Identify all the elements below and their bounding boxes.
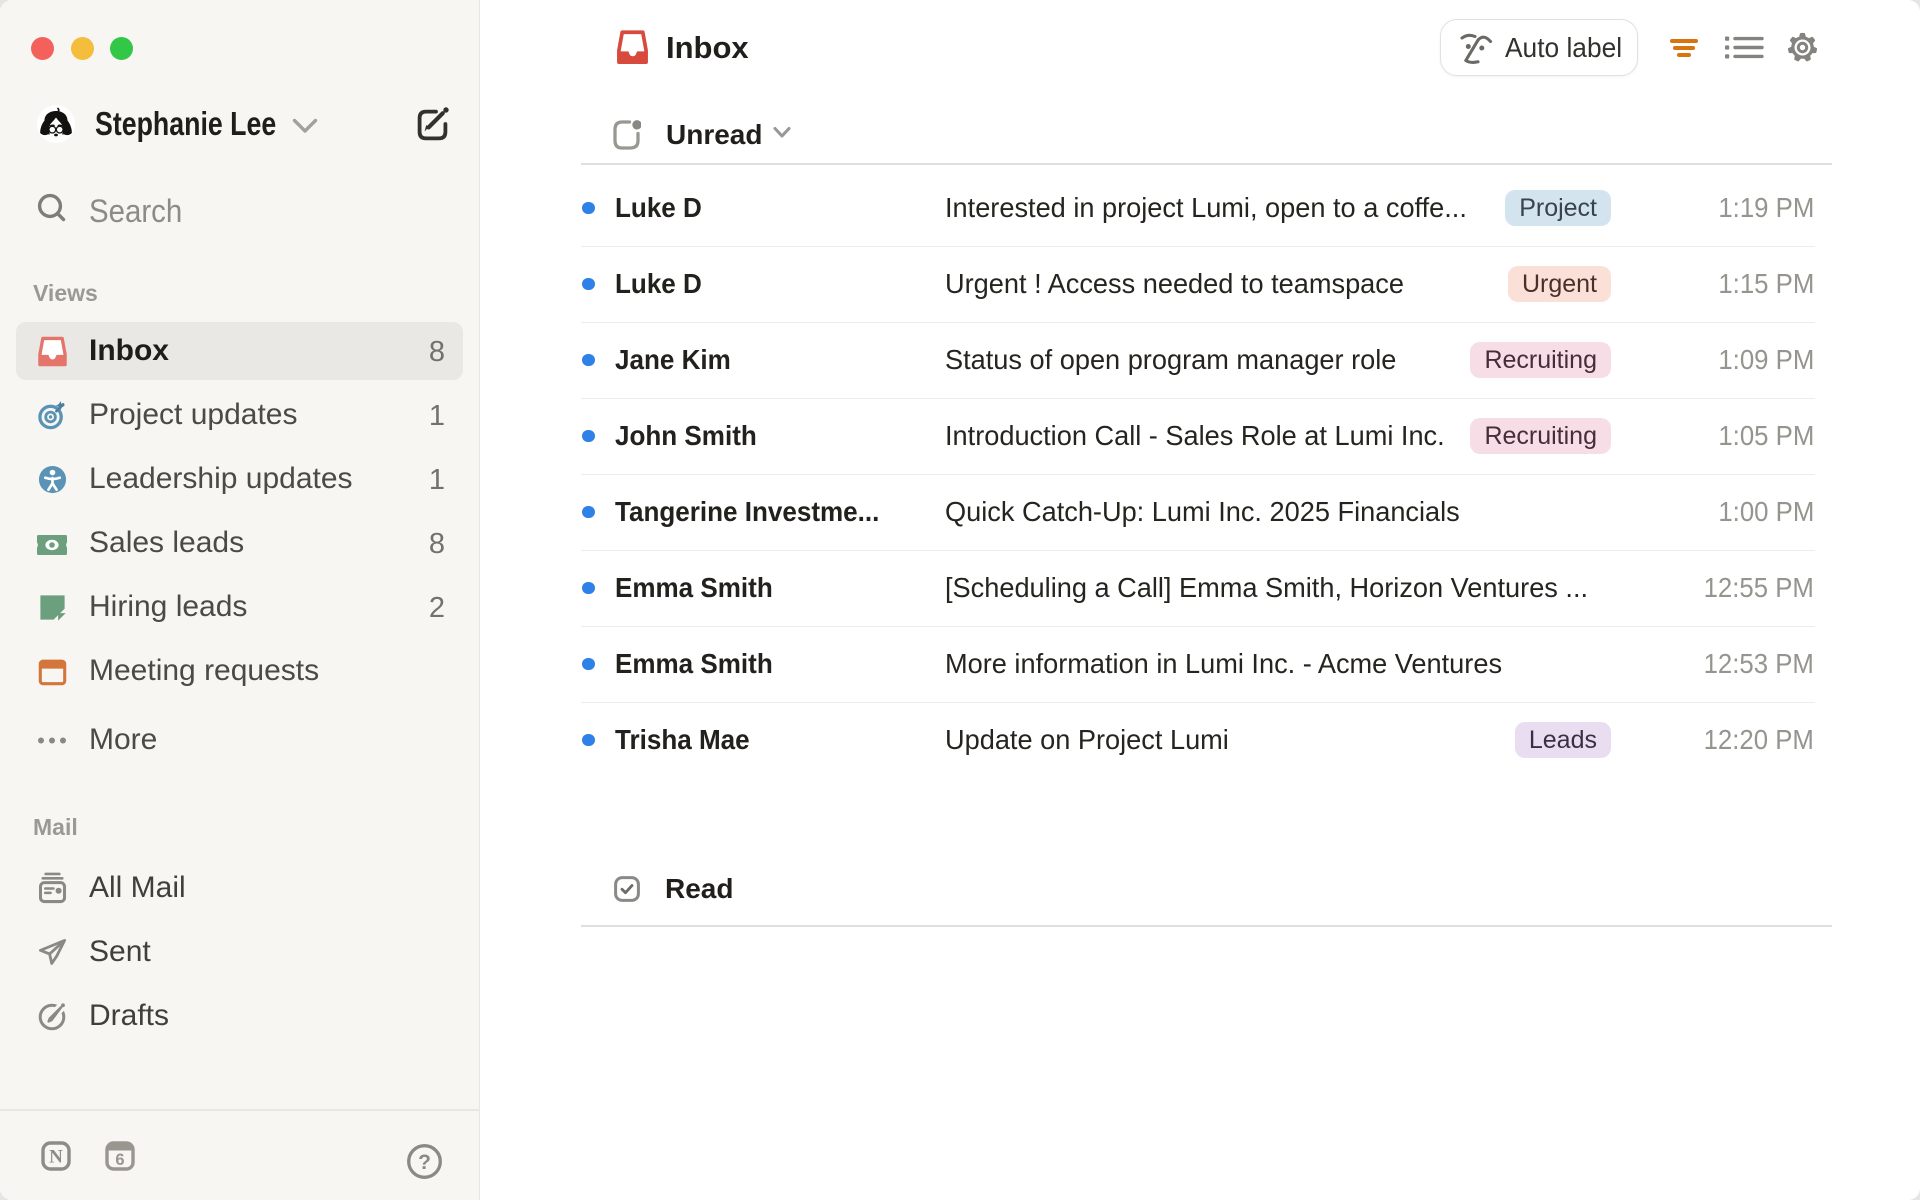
svg-text:N: N (49, 1147, 63, 1168)
svg-text:?: ? (418, 1151, 431, 1174)
svg-text:6: 6 (115, 1151, 124, 1169)
